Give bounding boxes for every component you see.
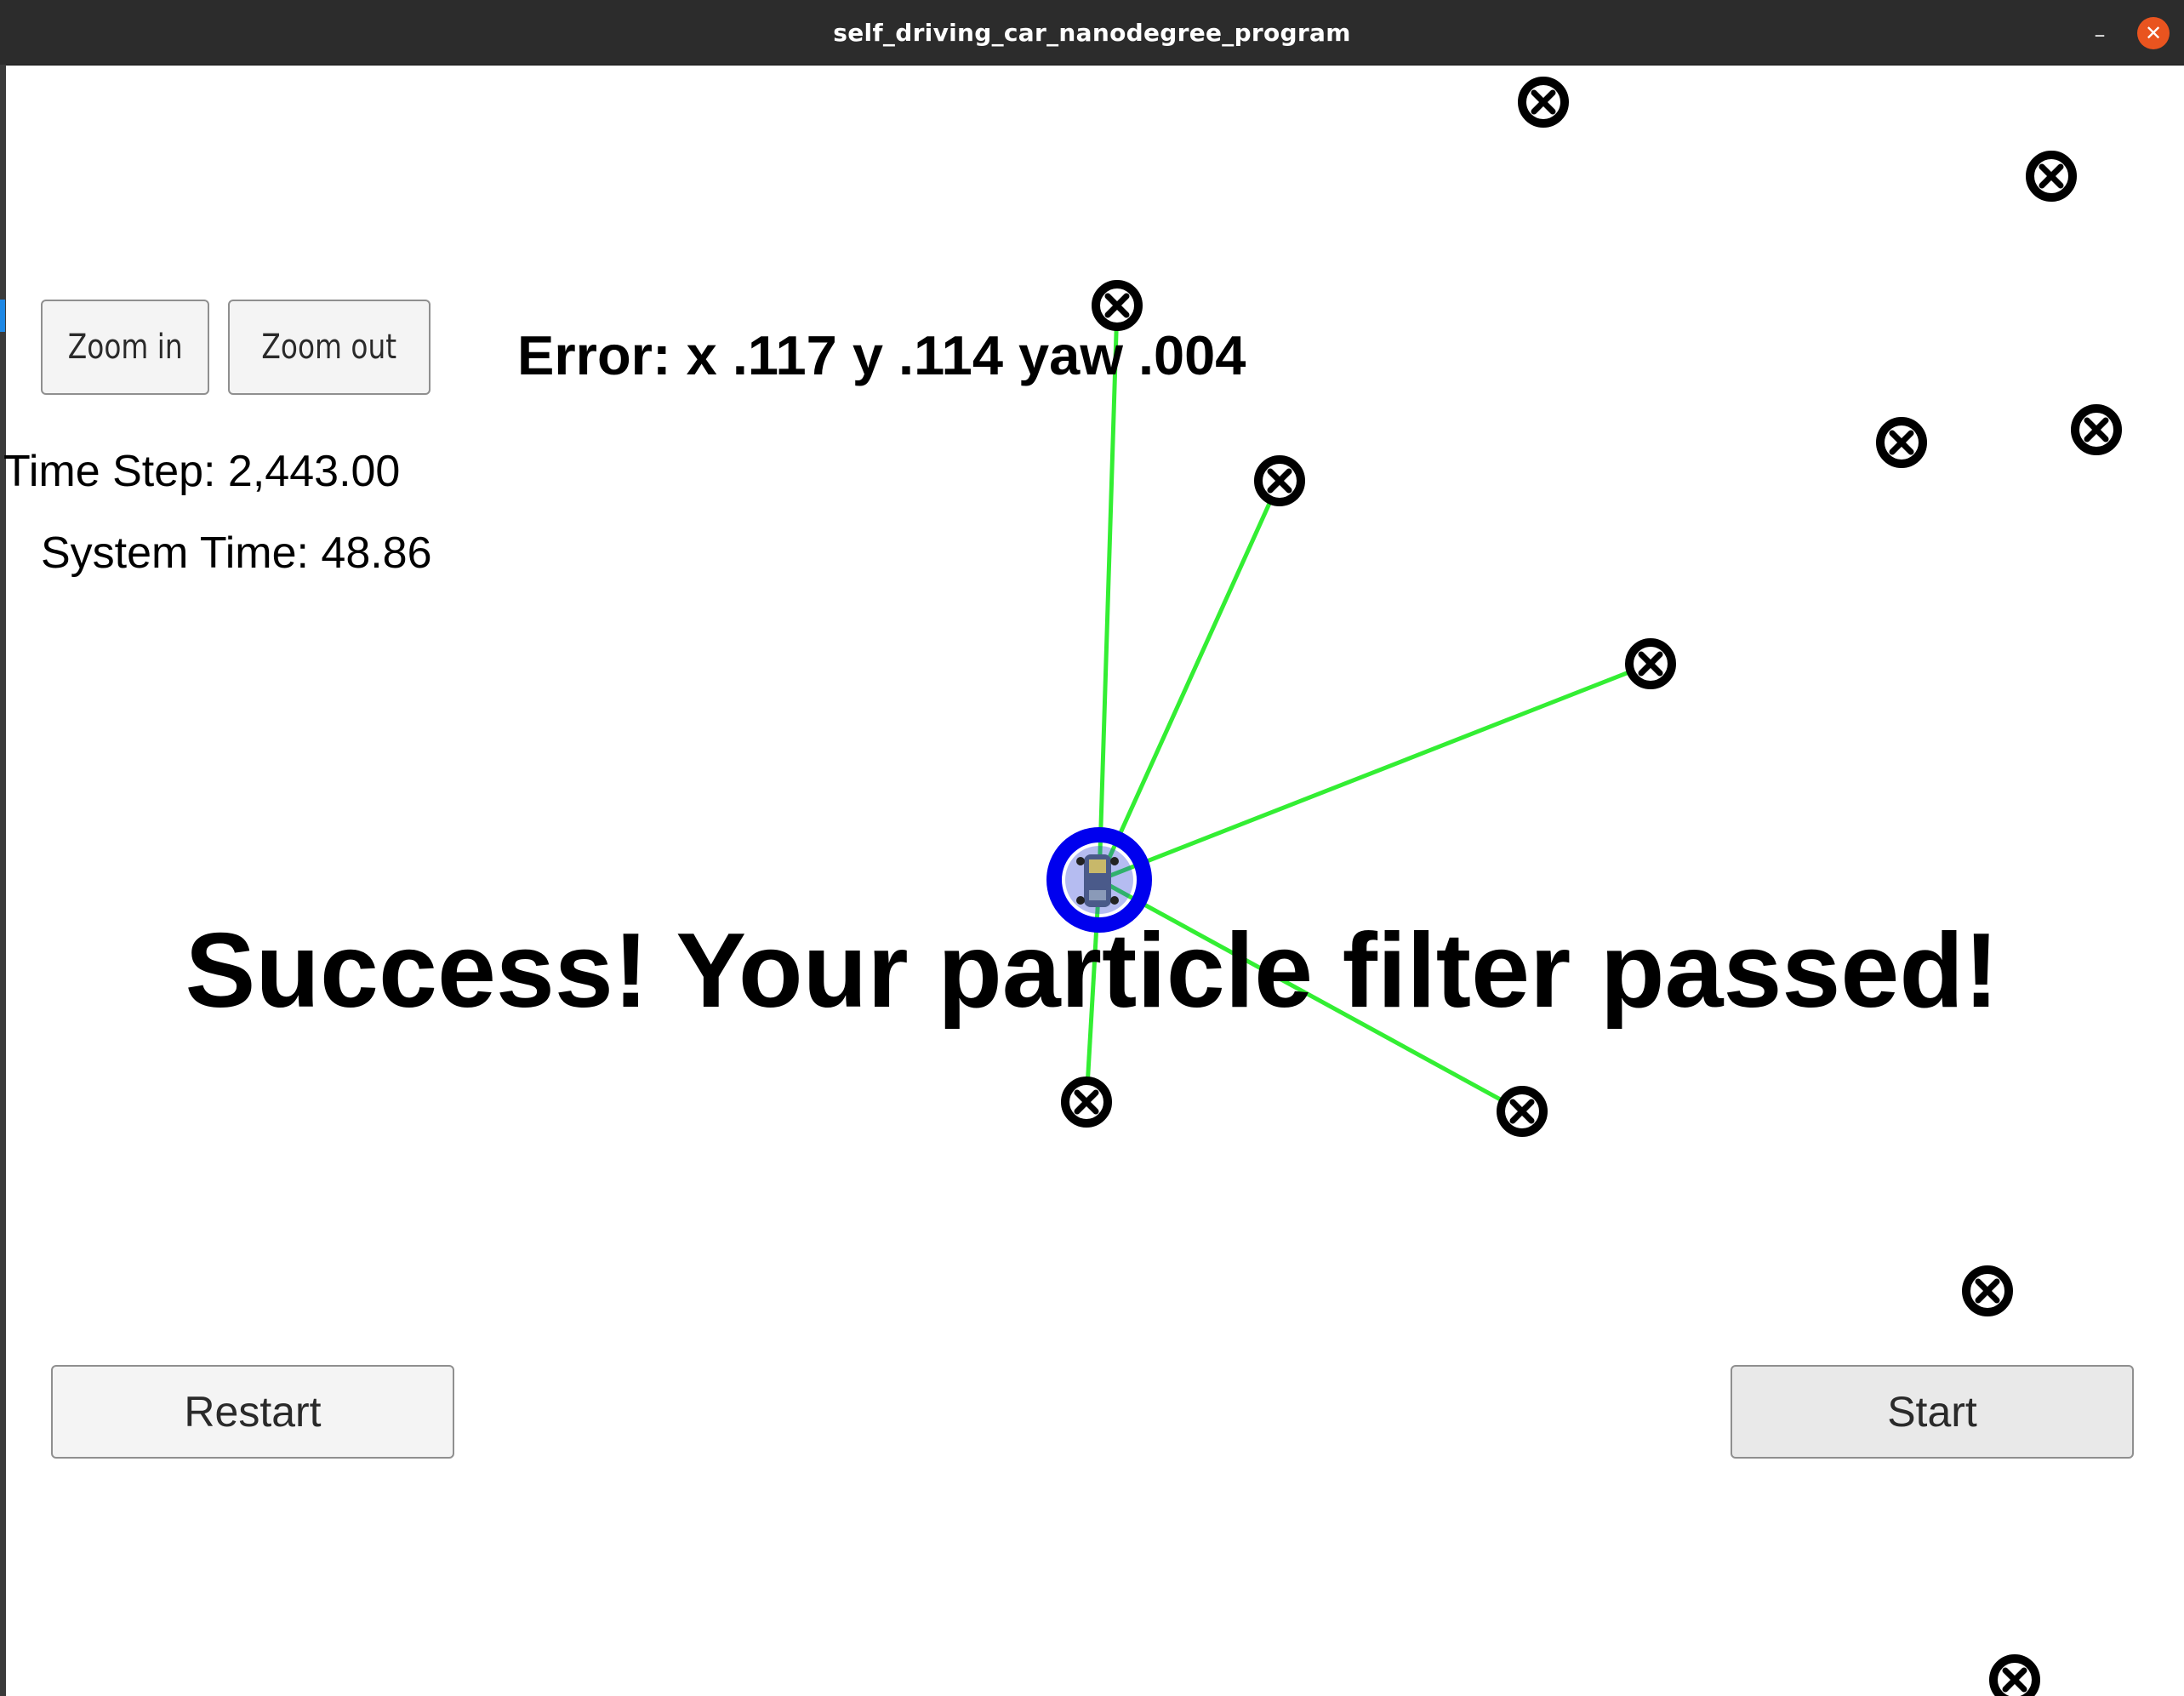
close-icon[interactable]: ✕ xyxy=(2137,17,2170,49)
landmark-marker-icon xyxy=(1876,417,1927,468)
restart-button[interactable]: Restart xyxy=(51,1365,454,1459)
system-time-readout: System Time: 48.86 xyxy=(41,528,432,578)
start-button[interactable]: Start xyxy=(1731,1365,2134,1459)
zoom-out-button[interactable]: Zoom out xyxy=(228,300,431,395)
zoom-in-button[interactable]: Zoom in xyxy=(41,300,209,395)
landmark-marker-icon xyxy=(1962,1265,2013,1316)
landmark-marker-icon xyxy=(1061,1076,1112,1128)
title-bar: self_driving_car_nanodegree_program – ✕ xyxy=(0,0,2184,66)
landmark-marker-icon xyxy=(2026,151,2077,202)
success-message: Success! Your particle filter passed! xyxy=(185,912,1999,1030)
window-title: self_driving_car_nanodegree_program xyxy=(833,19,1351,47)
landmark-marker-icon xyxy=(1625,638,1676,689)
observation-line xyxy=(1097,305,1120,881)
landmark-marker-icon xyxy=(1092,280,1143,331)
landmark-marker-icon xyxy=(1497,1086,1548,1137)
landmark-marker-icon xyxy=(1989,1654,2040,1696)
minimize-icon[interactable]: – xyxy=(2081,14,2118,51)
time-step-readout: Time Step: 2,443.00 xyxy=(3,447,401,496)
zoom-in-label: Zoom in xyxy=(67,328,183,367)
landmark-marker-icon xyxy=(2071,404,2122,455)
landmark-marker-icon xyxy=(1254,455,1305,506)
error-readout: Error: x .117 y .114 yaw .004 xyxy=(517,324,1246,386)
simulator-window: self_driving_car_nanodegree_program – ✕ … xyxy=(0,0,2184,1696)
left-edge-accent xyxy=(0,300,5,332)
landmark-marker-icon xyxy=(1518,77,1569,128)
zoom-out-label: Zoom out xyxy=(261,328,397,367)
